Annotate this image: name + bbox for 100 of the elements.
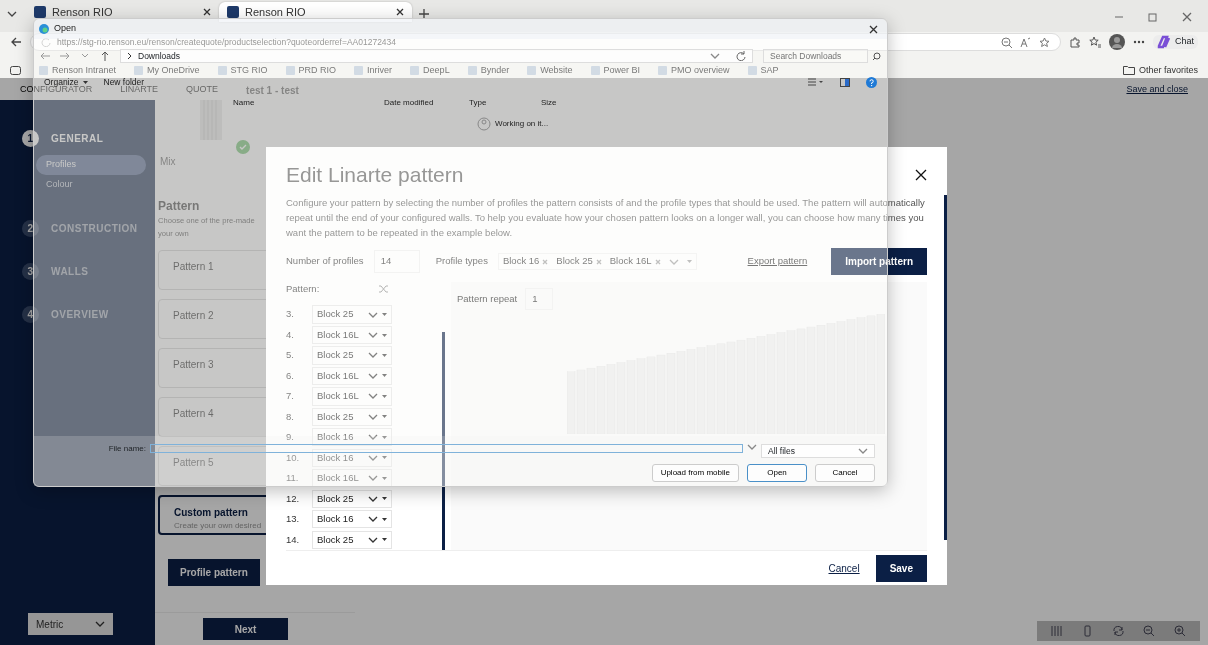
puzzle-icon[interactable] [1069, 36, 1081, 48]
next-button[interactable]: Next [203, 618, 288, 640]
profile-type-chip[interactable]: Block 25 [556, 254, 602, 269]
number-input[interactable]: 14 [373, 250, 420, 273]
step-number[interactable]: 3 [22, 263, 39, 280]
sidebar-icon[interactable] [10, 66, 21, 75]
zoom-out-icon[interactable] [1001, 36, 1012, 48]
column-header[interactable]: Type [469, 98, 487, 108]
favorite-link[interactable]: PMO overview [658, 65, 730, 75]
more-icon[interactable] [1133, 40, 1145, 44]
close-icon[interactable] [869, 24, 878, 34]
save-and-close-link[interactable]: Save and close [1126, 83, 1188, 97]
step-number[interactable]: 2 [22, 220, 39, 237]
chat-button[interactable]: Chat [1153, 35, 1198, 49]
profile-select[interactable]: Block 25 [312, 407, 392, 426]
chevron-down-icon [368, 536, 378, 543]
profile-select[interactable]: Block 25 [312, 530, 392, 549]
path-bar[interactable]: Downloads [120, 49, 753, 63]
substep-item[interactable]: Colour [36, 174, 146, 194]
up-arrow-icon[interactable] [100, 51, 110, 61]
caret-icon [382, 456, 387, 460]
field-label: Profile types [435, 254, 488, 269]
profile-pattern-button[interactable]: Profile pattern [168, 558, 260, 586]
profile-type-chip[interactable]: Block 16 [502, 254, 549, 269]
field-label: File name: [107, 444, 146, 453]
chevron-down-icon [858, 448, 868, 454]
step-number[interactable]: 4 [22, 306, 39, 323]
close-icon[interactable] [915, 168, 927, 181]
zoom-out-icon[interactable] [1143, 625, 1156, 637]
favorite-link[interactable]: SAP [747, 65, 779, 75]
bookmark-icon [410, 65, 420, 75]
zoom-in-icon[interactable] [1174, 625, 1187, 637]
favorite-link[interactable]: DeepL [410, 65, 450, 75]
profile-select[interactable]: Block 16 [312, 428, 392, 447]
read-aloud-icon[interactable] [1020, 36, 1031, 48]
save-button[interactable]: Save [875, 554, 927, 582]
scrollbar-thumb[interactable] [944, 195, 947, 540]
units-select[interactable]: Metric [28, 613, 113, 635]
card-title: Pattern 4 [173, 406, 214, 421]
profile-select[interactable]: Block 16L [312, 387, 392, 406]
export-pattern-link[interactable]: Export pattern [747, 254, 808, 269]
cancel-link[interactable]: Cancel [828, 560, 860, 576]
profile-types-select[interactable]: Block 16 Block 25 Block 16L [497, 253, 697, 270]
repeat-input[interactable]: 1 [525, 288, 554, 311]
favorite-link[interactable]: Website [527, 65, 573, 75]
avatar-icon[interactable] [1109, 34, 1125, 50]
card-title: Pattern 2 [173, 308, 214, 323]
favorite-link[interactable]: STG RIO [217, 65, 268, 75]
star-icon[interactable] [1039, 36, 1050, 48]
favorites-icon[interactable] [1089, 36, 1101, 48]
profile-select[interactable]: Block 25 [312, 305, 392, 324]
browser-tab[interactable]: Renson RIO [26, 2, 219, 22]
phone-icon[interactable] [1081, 625, 1094, 637]
column-header[interactable]: Name [233, 98, 255, 108]
profile-select[interactable]: Block 16L [312, 366, 392, 386]
view-menu-icon[interactable] [808, 78, 824, 86]
quote-name: test 1 - test [246, 83, 299, 98]
scrollbar-thumb[interactable] [442, 332, 445, 550]
close-icon[interactable] [396, 8, 404, 16]
other-favorites-link[interactable]: Other favorites [1122, 65, 1198, 75]
favorite-link[interactable]: Power BI [590, 65, 641, 75]
step-number[interactable]: 1 [22, 130, 39, 147]
profile-type-chip[interactable]: Block 16L [609, 254, 661, 269]
chevron-down-icon [368, 413, 378, 420]
favorite-link[interactable]: Bynder [467, 65, 510, 75]
restore-icon[interactable] [1148, 12, 1158, 22]
favorite-link[interactable]: My OneDrive [134, 65, 200, 75]
profile-select[interactable]: Block 16 [312, 448, 392, 467]
favorite-link[interactable]: PRD RIO [285, 65, 337, 75]
column-header[interactable]: Date modified [384, 98, 434, 108]
search-field[interactable]: Search Downloads [763, 49, 868, 63]
forward-arrow-icon[interactable] [60, 51, 70, 61]
browser-tab[interactable]: Renson RIO [219, 2, 412, 22]
dialog-button[interactable]: Upload from mobile [651, 464, 739, 482]
profile-select[interactable]: Block 16 [312, 510, 392, 529]
chevron-down-icon [368, 393, 378, 400]
folder-icon [1122, 65, 1135, 75]
chevron-down-icon [368, 311, 378, 318]
caret-icon [382, 435, 387, 439]
step-label[interactable]: GENERAL [51, 131, 104, 146]
help-icon[interactable] [866, 76, 877, 88]
row-number: 3. [286, 307, 295, 322]
favorite-link[interactable]: Renson Intranet [39, 65, 117, 75]
row-number: 14. [286, 532, 301, 547]
profile-select[interactable]: Block 25 [312, 489, 392, 508]
preview-pane-icon[interactable] [840, 77, 850, 87]
profile-select[interactable]: Block 25 [312, 346, 392, 365]
back-arrow-icon[interactable] [10, 36, 22, 48]
breadcrumb-link[interactable]: QUOTE [186, 83, 219, 97]
refresh-icon[interactable] [736, 51, 746, 61]
profile-select[interactable]: Block 16L [312, 325, 392, 345]
rotate-icon[interactable] [1112, 625, 1125, 637]
column-header[interactable]: Size [541, 98, 557, 108]
dialog-button[interactable]: Cancel [815, 464, 875, 482]
close-icon[interactable] [203, 8, 211, 16]
caret-icon [382, 333, 387, 337]
file-name-field[interactable] [150, 444, 743, 453]
file-type-select[interactable]: All files [761, 444, 875, 458]
favorite-link[interactable]: Inriver [354, 65, 393, 75]
dialog-button[interactable]: Open [747, 464, 807, 482]
